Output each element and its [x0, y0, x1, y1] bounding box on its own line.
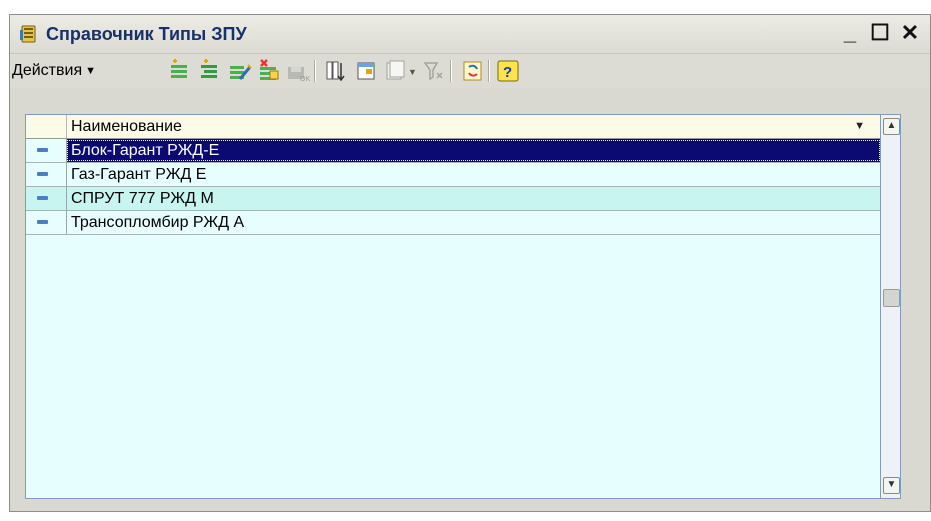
row-name[interactable]: СПРУТ 777 РЖД М — [66, 187, 880, 210]
catalog-icon — [20, 25, 36, 43]
svg-text:?: ? — [503, 64, 512, 81]
table-row[interactable]: Газ-Гарант РЖД Е — [26, 163, 880, 187]
chevron-down-icon: ▼ — [85, 65, 96, 77]
add-icon[interactable] — [168, 59, 192, 83]
element-marker-icon — [37, 148, 48, 152]
toolbar: Действия ▼ OK ▼ ? — [10, 54, 930, 88]
table-row[interactable]: Трансопломбир РЖД А — [26, 211, 880, 235]
filter-settings-icon[interactable] — [355, 59, 379, 83]
actions-label: Действия — [12, 62, 83, 79]
table-row[interactable]: СПРУТ 777 РЖД М — [26, 187, 880, 211]
chevron-down-icon[interactable]: ▼ — [854, 115, 865, 138]
toolbar-separator — [450, 60, 452, 82]
toolbar-separator — [314, 60, 316, 82]
column-header-name[interactable]: Наименование ▼ — [66, 115, 875, 138]
element-marker-icon — [37, 196, 48, 200]
element-marker-icon — [37, 172, 48, 176]
clear-filter-icon[interactable] — [422, 59, 446, 83]
edit-icon[interactable] — [228, 59, 252, 83]
column-header-label: Наименование — [71, 118, 182, 135]
filter-icon[interactable] — [324, 59, 348, 83]
svg-text:OK: OK — [300, 76, 310, 83]
title-bar[interactable]: Справочник Типы ЗПУ _ ☐ ✕ — [10, 15, 930, 54]
actions-menu-button[interactable]: Действия ▼ — [12, 60, 96, 82]
add-group-icon[interactable] — [198, 59, 222, 83]
filter-history-icon[interactable] — [384, 59, 408, 83]
delete-icon[interactable] — [257, 59, 281, 83]
table-row[interactable]: Блок-Гарант РЖД-Е — [26, 139, 880, 163]
refresh-icon[interactable] — [461, 59, 485, 83]
chevron-down-icon[interactable]: ▼ — [408, 67, 417, 77]
table-header: Наименование ▼ — [26, 115, 880, 139]
scroll-thumb[interactable] — [883, 289, 900, 307]
element-marker-icon — [37, 220, 48, 224]
maximize-button[interactable]: ☐ — [866, 19, 894, 47]
scroll-up-button[interactable]: ▲ — [883, 118, 900, 135]
toolbar-separator — [488, 60, 490, 82]
catalog-table[interactable]: Наименование ▼ Блок-Гарант РЖД-Е Газ-Гар… — [25, 114, 881, 499]
row-name[interactable]: Трансопломбир РЖД А — [66, 211, 880, 234]
row-name[interactable]: Блок-Гарант РЖД-Е — [66, 139, 880, 162]
scroll-down-button[interactable]: ▼ — [883, 477, 900, 494]
save-icon[interactable]: OK — [286, 59, 310, 83]
close-button[interactable]: ✕ — [896, 19, 924, 47]
minimize-button[interactable]: _ — [836, 19, 864, 47]
help-icon[interactable]: ? — [496, 59, 520, 83]
window-title: Справочник Типы ЗПУ — [46, 24, 247, 44]
row-name[interactable]: Газ-Гарант РЖД Е — [66, 163, 880, 186]
vertical-scrollbar[interactable]: ▲ ▼ — [880, 114, 901, 499]
